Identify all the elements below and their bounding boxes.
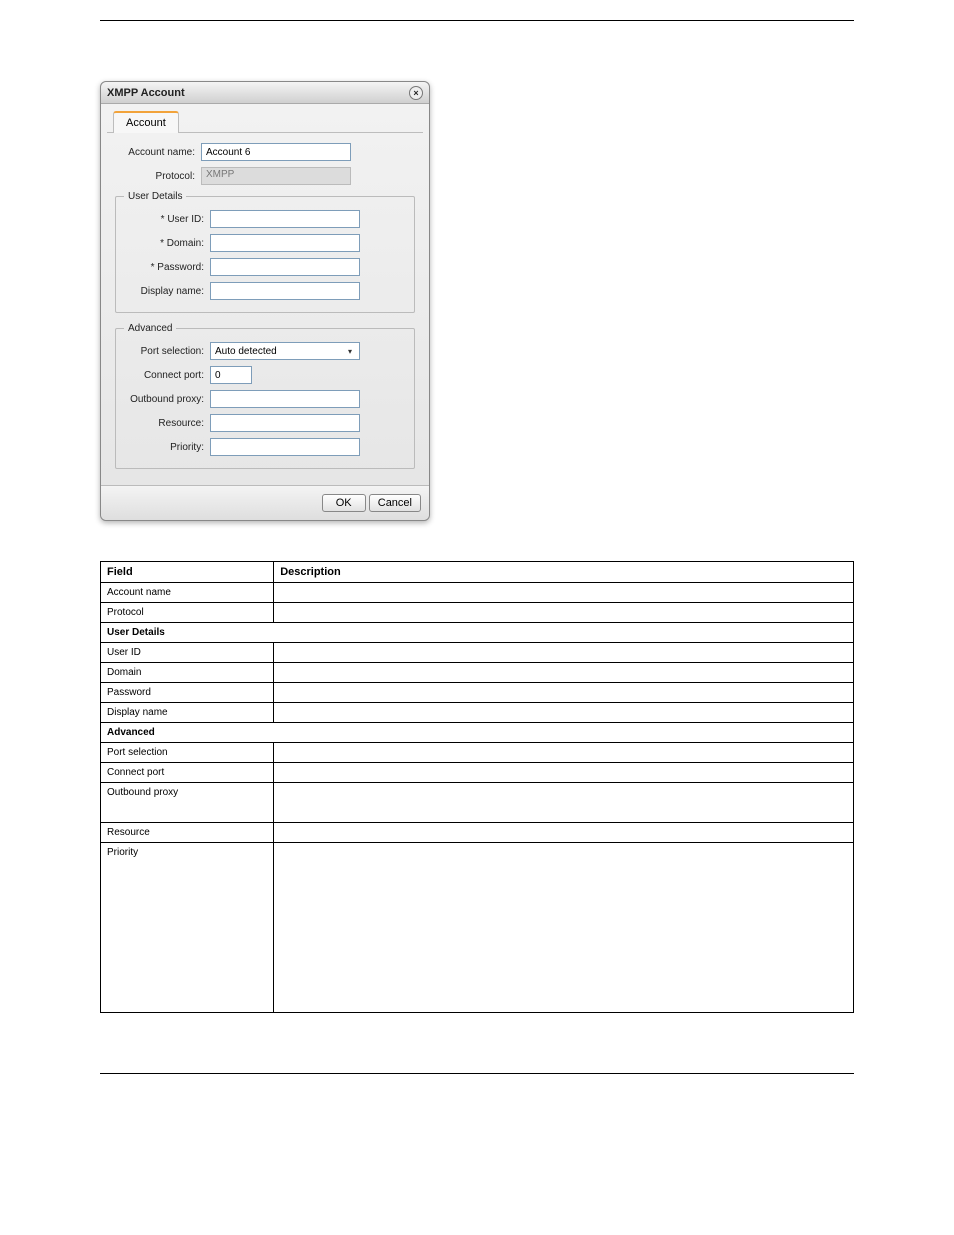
port-selection-select[interactable] <box>210 342 360 360</box>
table-cell-desc <box>274 663 854 683</box>
resource-input[interactable] <box>210 414 360 432</box>
table-row: Connect port <box>101 763 854 783</box>
user-id-label: * User ID: <box>124 214 210 225</box>
table-row: Priority <box>101 843 854 1013</box>
ok-button[interactable]: OK <box>322 494 366 512</box>
table-cell-desc <box>274 843 854 1013</box>
protocol-label: Protocol: <box>115 171 201 182</box>
table-head-field: Field <box>101 562 274 583</box>
table-head-desc: Description <box>274 562 854 583</box>
protocol-value: XMPP <box>201 167 351 185</box>
outbound-proxy-input[interactable] <box>210 390 360 408</box>
user-id-input[interactable] <box>210 210 360 228</box>
table-cell-field: Resource <box>101 823 274 843</box>
table-row: Outbound proxy <box>101 783 854 823</box>
tabstrip: Account <box>107 110 423 133</box>
table-row: Port selection <box>101 743 854 763</box>
user-details-group: User Details * User ID: * Domain: * Pass… <box>115 191 415 313</box>
table-cell-desc <box>274 683 854 703</box>
account-name-label: Account name: <box>115 147 201 158</box>
priority-label: Priority: <box>124 442 210 453</box>
close-icon[interactable]: × <box>409 86 423 100</box>
table-cell-field: Display name <box>101 703 274 723</box>
password-input[interactable] <box>210 258 360 276</box>
table-cell-field: Password <box>101 683 274 703</box>
outbound-proxy-label: Outbound proxy: <box>124 394 210 405</box>
table-row: Protocol <box>101 603 854 623</box>
xmpp-account-dialog: XMPP Account × Account Account name: Pro… <box>100 81 430 521</box>
table-row: Password <box>101 683 854 703</box>
advanced-legend: Advanced <box>124 323 176 334</box>
tab-account[interactable]: Account <box>113 111 179 133</box>
table-cell-field: Account name <box>101 583 274 603</box>
advanced-group: Advanced Port selection: ▾ Connect port: <box>115 323 415 469</box>
table-cell-desc <box>274 583 854 603</box>
dialog-titlebar: XMPP Account × <box>101 82 429 104</box>
table-row: Account name <box>101 583 854 603</box>
table-row: User ID <box>101 643 854 663</box>
table-row: User Details <box>101 623 854 643</box>
account-name-input[interactable] <box>201 143 351 161</box>
display-name-input[interactable] <box>210 282 360 300</box>
table-cell-desc <box>274 823 854 843</box>
user-details-legend: User Details <box>124 191 186 202</box>
table-cell-field: Protocol <box>101 603 274 623</box>
domain-input[interactable] <box>210 234 360 252</box>
table-cell-field: Domain <box>101 663 274 683</box>
cancel-button[interactable]: Cancel <box>369 494 421 512</box>
table-section: Advanced <box>101 723 854 743</box>
table-row: Advanced <box>101 723 854 743</box>
table-cell-desc <box>274 743 854 763</box>
connect-port-input[interactable] <box>210 366 252 384</box>
table-cell-field: Port selection <box>101 743 274 763</box>
table-cell-desc <box>274 603 854 623</box>
table-cell-field: Connect port <box>101 763 274 783</box>
domain-label: * Domain: <box>124 238 210 249</box>
priority-input[interactable] <box>210 438 360 456</box>
dialog-title: XMPP Account <box>107 87 409 99</box>
table-row: Domain <box>101 663 854 683</box>
table-cell-desc <box>274 783 854 823</box>
table-cell-field: Priority <box>101 843 274 1013</box>
connect-port-label: Connect port: <box>124 370 210 381</box>
table-cell-field: User ID <box>101 643 274 663</box>
table-cell-field: Outbound proxy <box>101 783 274 823</box>
table-cell-desc <box>274 763 854 783</box>
table-section: User Details <box>101 623 854 643</box>
fields-table: Field Description Account nameProtocolUs… <box>100 561 854 1013</box>
table-row: Display name <box>101 703 854 723</box>
table-cell-desc <box>274 643 854 663</box>
table-row: Resource <box>101 823 854 843</box>
display-name-label: Display name: <box>124 286 210 297</box>
resource-label: Resource: <box>124 418 210 429</box>
table-cell-desc <box>274 703 854 723</box>
port-selection-label: Port selection: <box>124 346 210 357</box>
password-label: * Password: <box>124 262 210 273</box>
